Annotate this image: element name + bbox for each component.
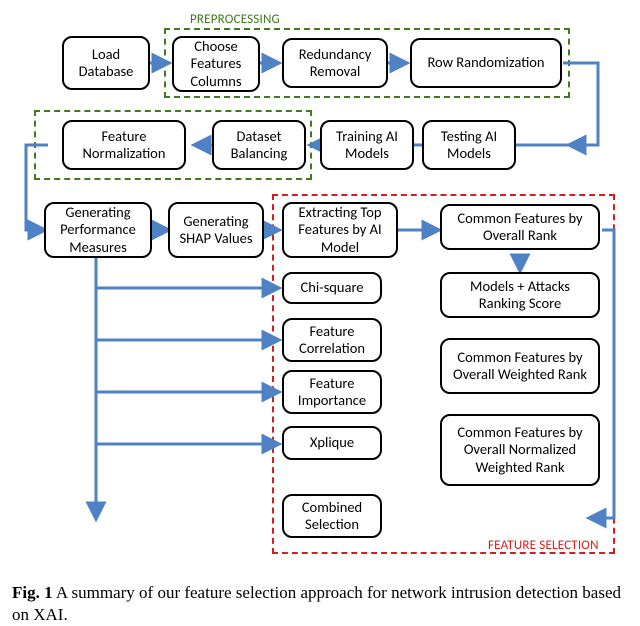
box-performance-measures: Generating Performance Measures [44,202,152,258]
box-testing-ai: Testing AI Models [422,120,516,170]
box-xplique: Xplique [282,426,382,460]
diagram-canvas: PREPROCESSING FEATURE SELECTION [0,8,640,578]
text: Generating SHAP Values [176,213,256,247]
text: Choose Features Columns [180,38,252,89]
text: Models + Attacks Ranking Score [448,278,592,312]
box-chi-square: Chi-square [282,272,382,304]
text: Common Features by Overall Normalized We… [448,424,592,475]
caption-text: A summary of our feature selection appro… [12,583,621,624]
box-row-randomization: Row Randomization [410,38,562,88]
feature-selection-label: FEATURE SELECTION [488,538,599,553]
box-shap-values: Generating SHAP Values [168,202,264,258]
box-models-attacks-ranking: Models + Attacks Ranking Score [440,272,600,318]
preprocessing-label: PREPROCESSING [190,12,280,27]
box-load-database: Load Database [62,36,150,90]
text: Xplique [310,434,354,451]
figure-caption: Fig. 1 A summary of our feature selectio… [0,578,640,626]
text: Feature Importance [290,375,374,409]
box-dataset-balancing: Dataset Balancing [212,120,306,170]
text: Testing AI Models [430,128,508,162]
box-training-ai: Training AI Models [320,120,414,170]
box-common-features-weighted-rank: Common Features by Overall Weighted Rank [440,338,600,394]
text: Redundancy Removal [290,46,380,80]
box-extract-top-features: Extracting Top Features by AI Model [282,202,398,258]
text: Row Randomization [427,54,544,71]
box-common-features-overall-rank: Common Features by Overall Rank [440,204,600,250]
text: Extracting Top Features by AI Model [290,204,390,255]
text: Training AI Models [328,128,406,162]
text: Combined Selection [290,499,374,533]
text: Feature Normalization [70,128,178,162]
box-feature-normalization: Feature Normalization [62,120,186,170]
box-choose-features: Choose Features Columns [172,36,260,92]
text: Load Database [70,46,142,80]
text: Feature Correlation [290,323,374,357]
box-combined-selection: Combined Selection [282,494,382,538]
figure-number: Fig. 1 [12,583,53,602]
box-feature-importance: Feature Importance [282,370,382,414]
text: Common Features by Overall Weighted Rank [448,349,592,383]
text: Dataset Balancing [220,128,298,162]
text: Chi-square [300,279,363,296]
box-redundancy-removal: Redundancy Removal [282,38,388,88]
text: Generating Performance Measures [52,204,144,255]
text: Common Features by Overall Rank [448,210,592,244]
box-common-features-normalized-weighted-rank: Common Features by Overall Normalized We… [440,414,600,486]
box-feature-correlation: Feature Correlation [282,318,382,362]
